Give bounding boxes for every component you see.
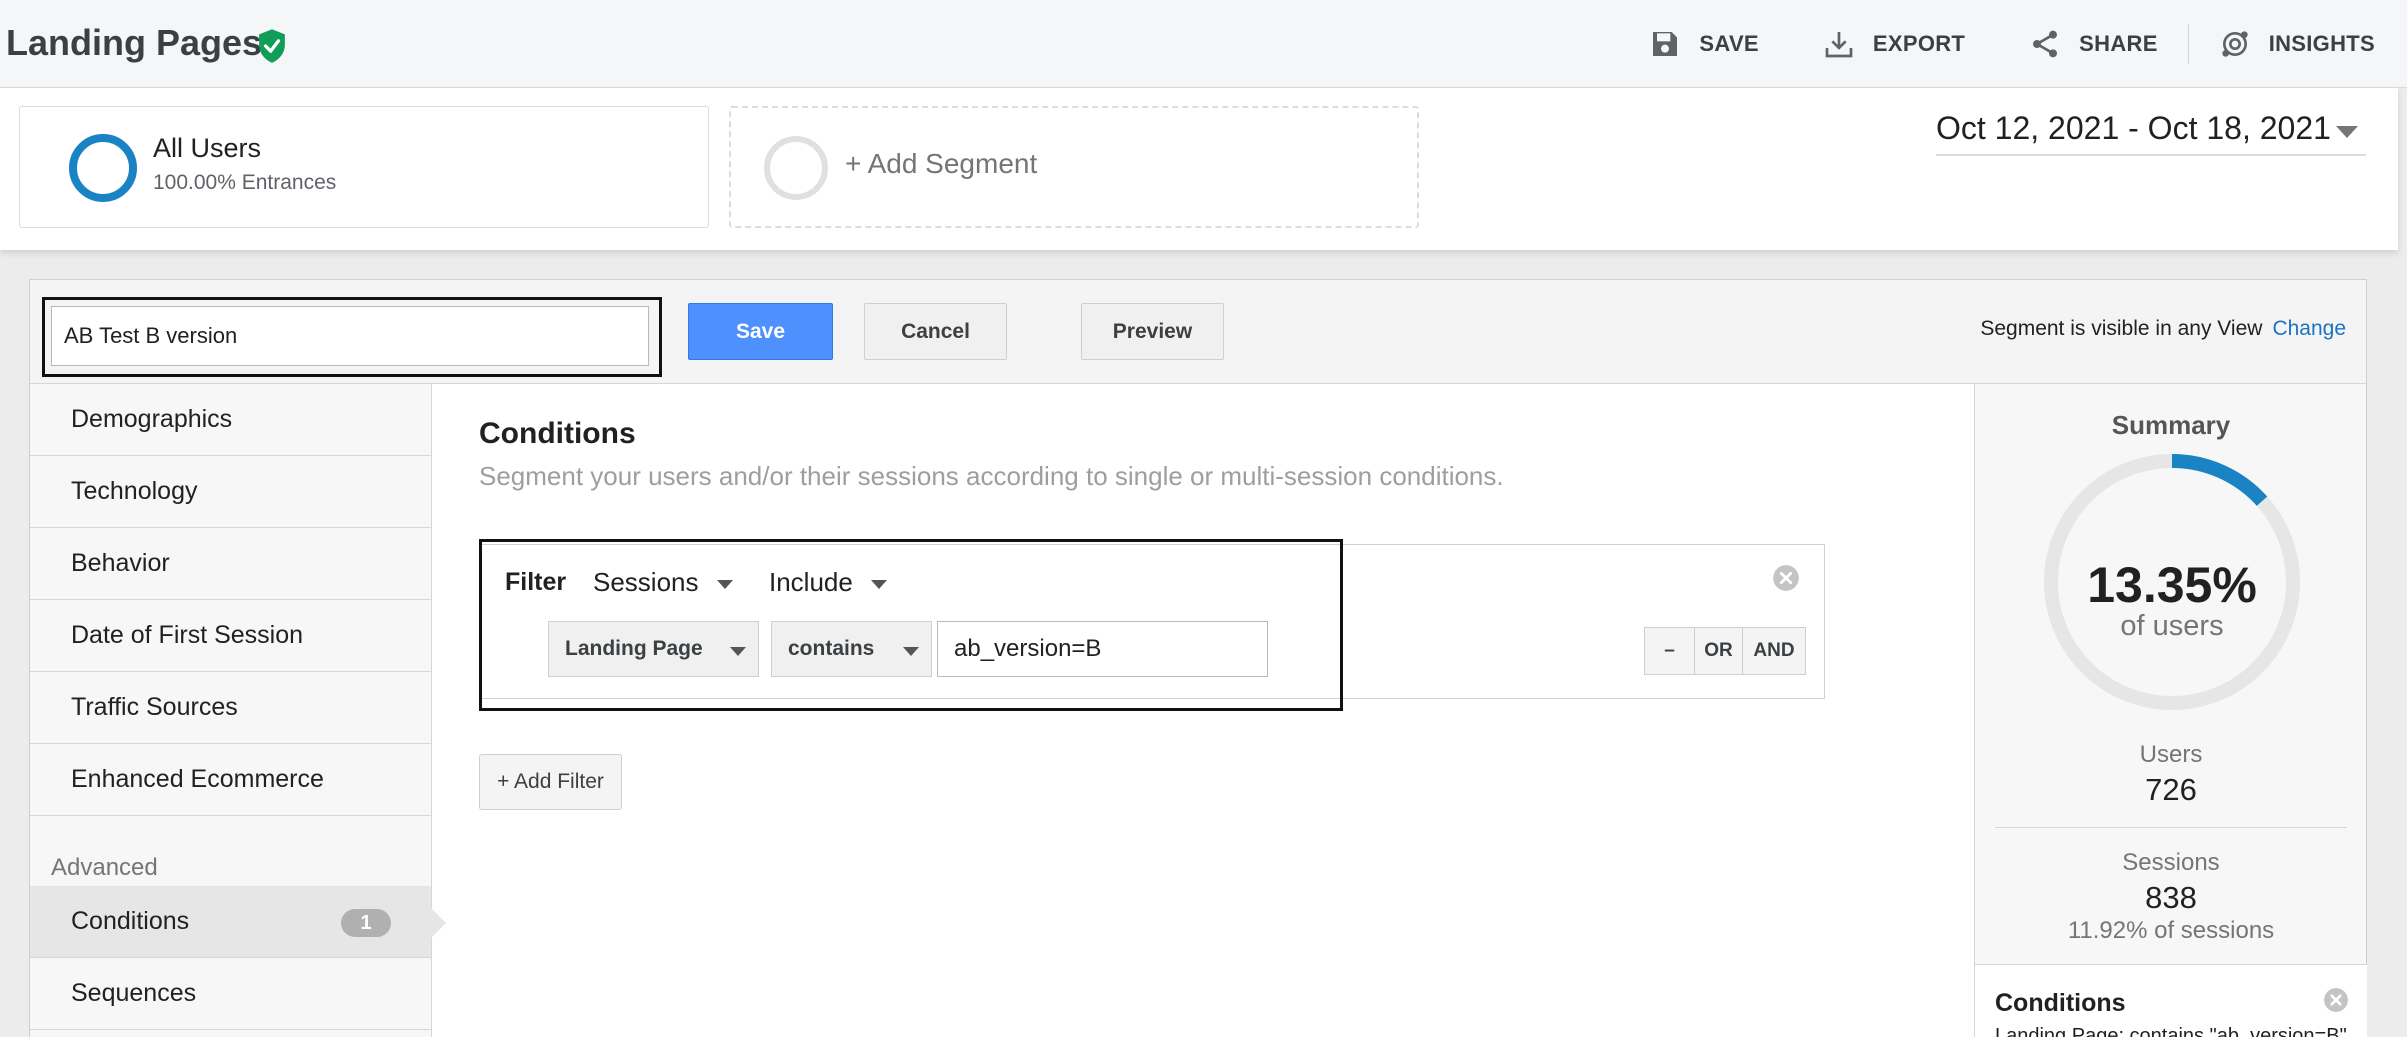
summary-percent-label: of users: [2120, 610, 2224, 642]
header-save-button[interactable]: SAVE: [1649, 28, 1759, 60]
summary-conditions-title: Conditions: [1995, 989, 2126, 1017]
sidebar-item-behavior[interactable]: Behavior: [30, 528, 431, 600]
and-button[interactable]: AND: [1743, 628, 1805, 674]
conditions-panel: Conditions Segment your users and/or the…: [433, 384, 1974, 1037]
summary-title: Summary: [2111, 410, 2231, 440]
remove-condition-icon[interactable]: [2323, 987, 2349, 1013]
sidebar-item-sequences[interactable]: Sequences: [30, 958, 431, 1030]
filter-highlight: [479, 539, 1343, 711]
sidebar-item-technology[interactable]: Technology: [30, 456, 431, 528]
summary-divider: [1995, 827, 2347, 828]
header-export-label: EXPORT: [1872, 31, 1966, 56]
header-divider: [2187, 24, 2189, 64]
conditions-title: Conditions: [479, 417, 636, 450]
download-icon: [1825, 32, 1853, 58]
add-filter-button[interactable]: + Add Filter: [479, 754, 622, 810]
segment-card-all-users[interactable]: All Users 100.00% Entrances: [19, 106, 709, 228]
summary-panel: Summary 13.35% of users Users 726 Sessio…: [1974, 384, 2367, 1037]
header-insights-button[interactable]: INSIGHTS: [2219, 28, 2375, 60]
sidebar-item-label: Conditions: [71, 907, 190, 935]
share-icon: [2033, 30, 2058, 58]
segment-bar: All Users 100.00% Entrances + Add Segmen…: [0, 88, 2398, 250]
header-share-label: SHARE: [2079, 31, 2158, 56]
save-button[interactable]: Save: [688, 303, 833, 360]
segment-ring-icon: [69, 134, 137, 202]
sessions-label: Sessions: [2122, 849, 2220, 876]
summary-conditions: Conditions Landing Page: contains "ab_ve…: [1975, 964, 2367, 1037]
sidebar-item-enhanced-ecommerce[interactable]: Enhanced Ecommerce: [30, 744, 431, 816]
segment-subtitle: 100.00% Entrances: [153, 171, 337, 194]
chevron-down-icon: [2336, 126, 2358, 138]
report-header: Landing Pages SAVE EXPORT SHARE INSIGHTS: [0, 0, 2407, 88]
preview-button[interactable]: Preview: [1081, 303, 1224, 360]
sidebar-item-conditions[interactable]: Conditions 1: [30, 886, 446, 958]
sessions-percent: 11.92% of sessions: [2067, 917, 2275, 944]
sidebar-item-demographics[interactable]: Demographics: [30, 384, 431, 456]
change-visibility-link[interactable]: Change: [2272, 317, 2346, 340]
add-segment-label: + Add Segment: [845, 148, 1038, 179]
sidebar-item-date-of-first-session[interactable]: Date of First Session: [30, 600, 431, 672]
users-value: 726: [2145, 772, 2197, 807]
date-range-picker[interactable]: Oct 12, 2021 - Oct 18, 2021: [1936, 110, 2366, 156]
segment-name-input[interactable]: [51, 306, 649, 366]
page-title: Landing Pages: [6, 22, 263, 63]
floppy-icon: [1653, 32, 1678, 56]
conditions-count-badge: 1: [341, 909, 391, 937]
sessions-value: 838: [2145, 880, 2197, 915]
builder-toolbar: Save Cancel Preview Segment is visible i…: [30, 280, 2366, 384]
header-export-button[interactable]: EXPORT: [1823, 28, 1965, 60]
segment-builder: Save Cancel Preview Segment is visible i…: [29, 279, 2367, 1037]
add-segment-button[interactable]: + Add Segment: [729, 106, 1419, 228]
header-insights-label: INSIGHTS: [2268, 31, 2375, 56]
header-share-button[interactable]: SHARE: [2029, 28, 2158, 60]
filter-logic-buttons: – OR AND: [1644, 627, 1806, 675]
sidebar-item-traffic-sources[interactable]: Traffic Sources: [30, 672, 431, 744]
segment-name: All Users: [153, 133, 262, 163]
users-label: Users: [2139, 741, 2203, 768]
summary-conditions-text: Landing Page: contains "ab_version=B": [1995, 1025, 2347, 1037]
remove-filter-icon[interactable]: [1772, 564, 1800, 592]
summary-percent: 13.35%: [2087, 557, 2257, 613]
cancel-button[interactable]: Cancel: [864, 303, 1007, 360]
builder-sidebar: Demographics Technology Behavior Date of…: [30, 384, 446, 1037]
header-actions: SAVE EXPORT SHARE INSIGHTS: [1649, 0, 2407, 88]
insights-icon: [2222, 31, 2248, 57]
remove-condition-button[interactable]: –: [1645, 628, 1695, 674]
verified-shield-icon: [259, 29, 285, 63]
date-range-text: Oct 12, 2021 - Oct 18, 2021: [1936, 110, 2331, 146]
conditions-description: Segment your users and/or their sessions…: [479, 461, 1504, 491]
or-button[interactable]: OR: [1695, 628, 1743, 674]
sidebar-heading-advanced: Advanced: [51, 854, 158, 881]
header-save-label: SAVE: [1699, 31, 1759, 56]
add-segment-ring-icon: [764, 136, 828, 200]
visibility-text: Segment is visible in any View: [1980, 317, 2263, 340]
segment-visibility: Segment is visible in any View Change: [1980, 317, 2346, 341]
